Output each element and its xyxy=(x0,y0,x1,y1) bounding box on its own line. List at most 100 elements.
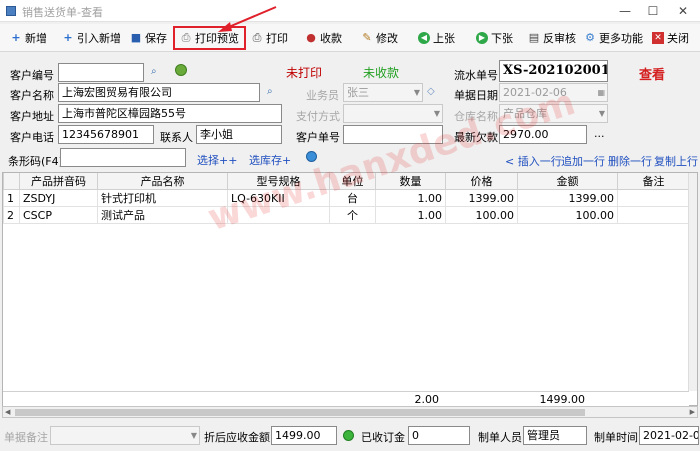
column-header[interactable]: 数量 xyxy=(375,173,446,190)
close-window-button[interactable]: ✕ xyxy=(670,2,696,20)
select-plus-link[interactable]: 选择++ xyxy=(197,152,237,168)
customer-name-label: 客户名称 xyxy=(10,89,54,102)
latest-debt-input[interactable]: 2970.00 xyxy=(499,125,587,144)
coins-icon: ● xyxy=(306,31,316,44)
collect-status: 未收款 xyxy=(363,66,400,80)
app-icon xyxy=(6,6,16,16)
import-new-button[interactable]: + 引入新增 xyxy=(62,28,121,48)
model-cell[interactable]: LQ-630KII xyxy=(227,189,330,207)
minimize-button[interactable]: — xyxy=(612,2,638,20)
chevron-down-icon: ▼ xyxy=(433,109,440,118)
customer-code-input[interactable] xyxy=(58,63,144,82)
received-input[interactable]: 0 xyxy=(408,426,470,445)
column-header[interactable]: 备注 xyxy=(617,173,690,190)
date-input[interactable]: 2021-02-06 ▦ xyxy=(499,83,608,102)
new-button[interactable]: + 新增 xyxy=(10,28,47,48)
globe-icon[interactable] xyxy=(306,151,317,162)
date-label: 单据日期 xyxy=(454,89,498,102)
debt-more-button[interactable]: ... xyxy=(594,127,605,140)
next-button[interactable]: ▶ 下张 xyxy=(476,28,513,48)
barcode-label: 条形码(F4) xyxy=(8,155,63,168)
amount-cell[interactable]: 1399.00 xyxy=(517,189,618,207)
scroll-thumb[interactable] xyxy=(15,409,585,416)
contact-input[interactable]: 李小姐 xyxy=(196,125,282,144)
table-row[interactable]: 1 ZSDYJ 针式打印机 LQ-630KII 台 1.00 1399.00 1… xyxy=(3,189,690,207)
warehouse-label: 仓库名称 xyxy=(454,110,498,123)
customer-phone-input[interactable]: 12345678901 xyxy=(58,125,154,144)
customer-name-input[interactable]: 上海宏图贸易有限公司 xyxy=(58,83,260,102)
payment-label: 支付方式 xyxy=(296,110,340,123)
search-icon[interactable]: ⌕ xyxy=(151,66,157,77)
column-header[interactable]: 金额 xyxy=(517,173,618,190)
salesman-select[interactable]: 张三 ▼ xyxy=(343,83,423,102)
column-header[interactable]: 产品名称 xyxy=(97,173,228,190)
remark-cell[interactable] xyxy=(617,189,690,207)
view-mode-tag: 查看 xyxy=(639,68,666,83)
scroll-right-icon[interactable]: ▶ xyxy=(690,407,695,417)
collect-button[interactable]: ● 收款 xyxy=(305,28,342,48)
unit-cell[interactable]: 台 xyxy=(329,189,376,207)
price-cell[interactable]: 100.00 xyxy=(445,206,518,224)
pinyin-cell[interactable]: CSCP xyxy=(19,206,98,224)
table-row[interactable]: 2 CSCP 测试产品 个 1.00 100.00 100.00 xyxy=(3,206,690,224)
amount-cell[interactable]: 100.00 xyxy=(517,206,618,224)
more-functions-button[interactable]: ⚙ 更多功能 xyxy=(584,28,643,48)
make-time-label: 制单时间 xyxy=(594,431,638,444)
quantity-cell[interactable]: 1.00 xyxy=(375,189,446,207)
title-bar: 销售送货单-查看 — ☐ ✕ xyxy=(0,0,700,22)
column-header[interactable]: 价格 xyxy=(445,173,518,190)
maximize-button[interactable]: ☐ xyxy=(640,2,666,20)
save-button[interactable]: ■ 保存 xyxy=(130,28,167,48)
model-cell[interactable] xyxy=(227,206,330,224)
warehouse-value: 产品仓库 xyxy=(503,107,547,120)
barcode-input[interactable] xyxy=(60,148,186,167)
pinyin-cell[interactable]: ZSDYJ xyxy=(19,189,98,207)
make-time-input[interactable]: 2021-02-06 xyxy=(639,426,699,445)
chevron-down-icon: ▼ xyxy=(598,109,605,118)
column-header[interactable]: 单位 xyxy=(329,173,376,190)
annotation-arrow-icon xyxy=(218,6,277,32)
serial-label: 流水单号 xyxy=(454,69,498,82)
maker-input[interactable]: 管理员 xyxy=(523,426,587,445)
payment-select[interactable]: ▼ xyxy=(343,104,443,123)
printer-preview-icon: ⎙ xyxy=(181,31,191,44)
floppy-icon: ■ xyxy=(130,31,142,44)
gear-icon: ⚙ xyxy=(585,31,595,44)
customer-order-input[interactable] xyxy=(343,125,443,144)
edit-button[interactable]: ✎ 修改 xyxy=(361,28,398,48)
column-header[interactable]: 产品拼音码 xyxy=(19,173,98,190)
pencil-icon: ✎ xyxy=(362,31,372,44)
delete-row-link[interactable]: 删除一行 xyxy=(608,153,652,169)
column-header[interactable]: 型号规格 xyxy=(227,173,330,190)
discount-amount-input[interactable]: 1499.00 xyxy=(271,426,337,445)
product-name-cell[interactable]: 针式打印机 xyxy=(97,189,228,207)
close-button[interactable]: ✕ 关闭 xyxy=(652,28,689,48)
remark-select[interactable]: ▼ xyxy=(50,426,200,445)
remark-cell[interactable] xyxy=(617,206,690,224)
row-number-header xyxy=(3,173,20,190)
serial-input[interactable]: XS-202102001 xyxy=(499,60,608,82)
insert-row-link[interactable]: < 插入一行 xyxy=(505,153,562,169)
product-grid: 产品拼音码 产品名称 型号规格 单位 数量 价格 金额 备注 1 ZSDYJ 针… xyxy=(2,172,698,406)
row-number: 2 xyxy=(3,206,20,224)
customer-addr-input[interactable]: 上海市普陀区樟园路55号 xyxy=(58,104,282,123)
unapprove-button[interactable]: ▤ 反审核 xyxy=(528,28,576,48)
prev-button[interactable]: ◀ 上张 xyxy=(418,28,455,48)
warehouse-select[interactable]: 产品仓库 ▼ xyxy=(499,104,608,123)
unit-cell[interactable]: 个 xyxy=(329,206,376,224)
grid-horizontal-scrollbar[interactable]: ◀ ▶ xyxy=(2,406,698,418)
eraser-icon[interactable]: ◇ xyxy=(427,86,435,97)
grid-header-row: 产品拼音码 产品名称 型号规格 单位 数量 价格 金额 备注 xyxy=(3,173,690,190)
copy-row-link[interactable]: 复制上行 xyxy=(654,153,698,169)
salesman-value: 张三 xyxy=(347,86,369,99)
search-icon[interactable]: ⌕ xyxy=(267,86,273,97)
refresh-icon[interactable] xyxy=(175,64,187,76)
append-row-link[interactable]: 追加一行 xyxy=(561,153,605,169)
grid-vertical-scrollbar[interactable] xyxy=(688,173,697,391)
scroll-left-icon[interactable]: ◀ xyxy=(5,407,10,417)
price-cell[interactable]: 1399.00 xyxy=(445,189,518,207)
select-stock-link[interactable]: 选库存+ xyxy=(249,152,291,168)
product-name-cell[interactable]: 测试产品 xyxy=(97,206,228,224)
date-value: 2021-02-06 xyxy=(503,86,567,99)
quantity-cell[interactable]: 1.00 xyxy=(375,206,446,224)
